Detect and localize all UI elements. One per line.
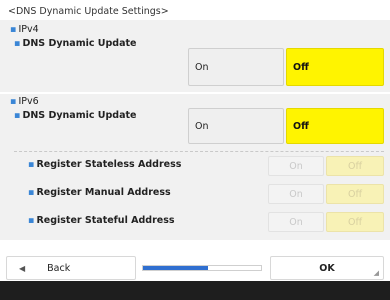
ok-label: OK: [319, 262, 335, 274]
progress-fill: [143, 266, 208, 270]
bullet-icon: ▪: [14, 110, 21, 121]
ipv4-dns-label: ▪ DNS Dynamic Update: [14, 38, 137, 49]
resize-corner-icon: ◢: [373, 269, 379, 277]
ipv6-dns-label: ▪ DNS Dynamic Update: [14, 110, 137, 121]
page-title: <DNS Dynamic Update Settings>: [8, 6, 169, 17]
ipv4-off-button[interactable]: Off: [286, 48, 384, 86]
register-stateful-on-button[interactable]: On: [268, 212, 324, 232]
dashed-divider: [14, 151, 384, 152]
ok-button[interactable]: OK ◢: [270, 256, 384, 280]
back-button[interactable]: ◀ Back: [6, 256, 136, 280]
ipv6-dns-label-text: DNS Dynamic Update: [22, 110, 137, 121]
ipv6-on-button[interactable]: On: [188, 108, 284, 144]
bullet-icon: ▪: [10, 24, 17, 35]
section-separator: [0, 92, 390, 94]
register-stateful-off-button[interactable]: Off: [326, 212, 384, 232]
bullet-icon: ▪: [14, 38, 21, 49]
bullet-icon: ▪: [28, 215, 35, 226]
register-stateful-text: Register Stateful Address: [36, 215, 175, 226]
footer-bar: [0, 281, 390, 300]
ipv4-heading: ▪ IPv4: [10, 24, 39, 35]
ipv6-heading: ▪ IPv6: [10, 96, 39, 107]
register-manual-on-button[interactable]: On: [268, 184, 324, 204]
register-stateless-on-button[interactable]: On: [268, 156, 324, 176]
register-stateless-label: ▪ Register Stateless Address: [28, 159, 181, 170]
register-manual-off-button[interactable]: Off: [326, 184, 384, 204]
bullet-icon: ▪: [28, 187, 35, 198]
register-manual-text: Register Manual Address: [36, 187, 171, 198]
register-stateless-off-button[interactable]: Off: [326, 156, 384, 176]
bullet-icon: ▪: [28, 159, 35, 170]
ipv4-heading-text: IPv4: [18, 24, 39, 35]
ipv6-heading-text: IPv6: [18, 96, 39, 107]
bullet-icon: ▪: [10, 96, 17, 107]
left-arrow-icon: ◀: [19, 263, 26, 273]
ipv4-dns-label-text: DNS Dynamic Update: [22, 38, 137, 49]
register-manual-label: ▪ Register Manual Address: [28, 187, 171, 198]
scroll-progress: [142, 265, 262, 271]
ipv6-off-button[interactable]: Off: [286, 108, 384, 144]
ipv4-on-button[interactable]: On: [188, 48, 284, 86]
register-stateful-label: ▪ Register Stateful Address: [28, 215, 175, 226]
back-label: Back: [47, 262, 71, 274]
register-stateless-text: Register Stateless Address: [36, 159, 182, 170]
